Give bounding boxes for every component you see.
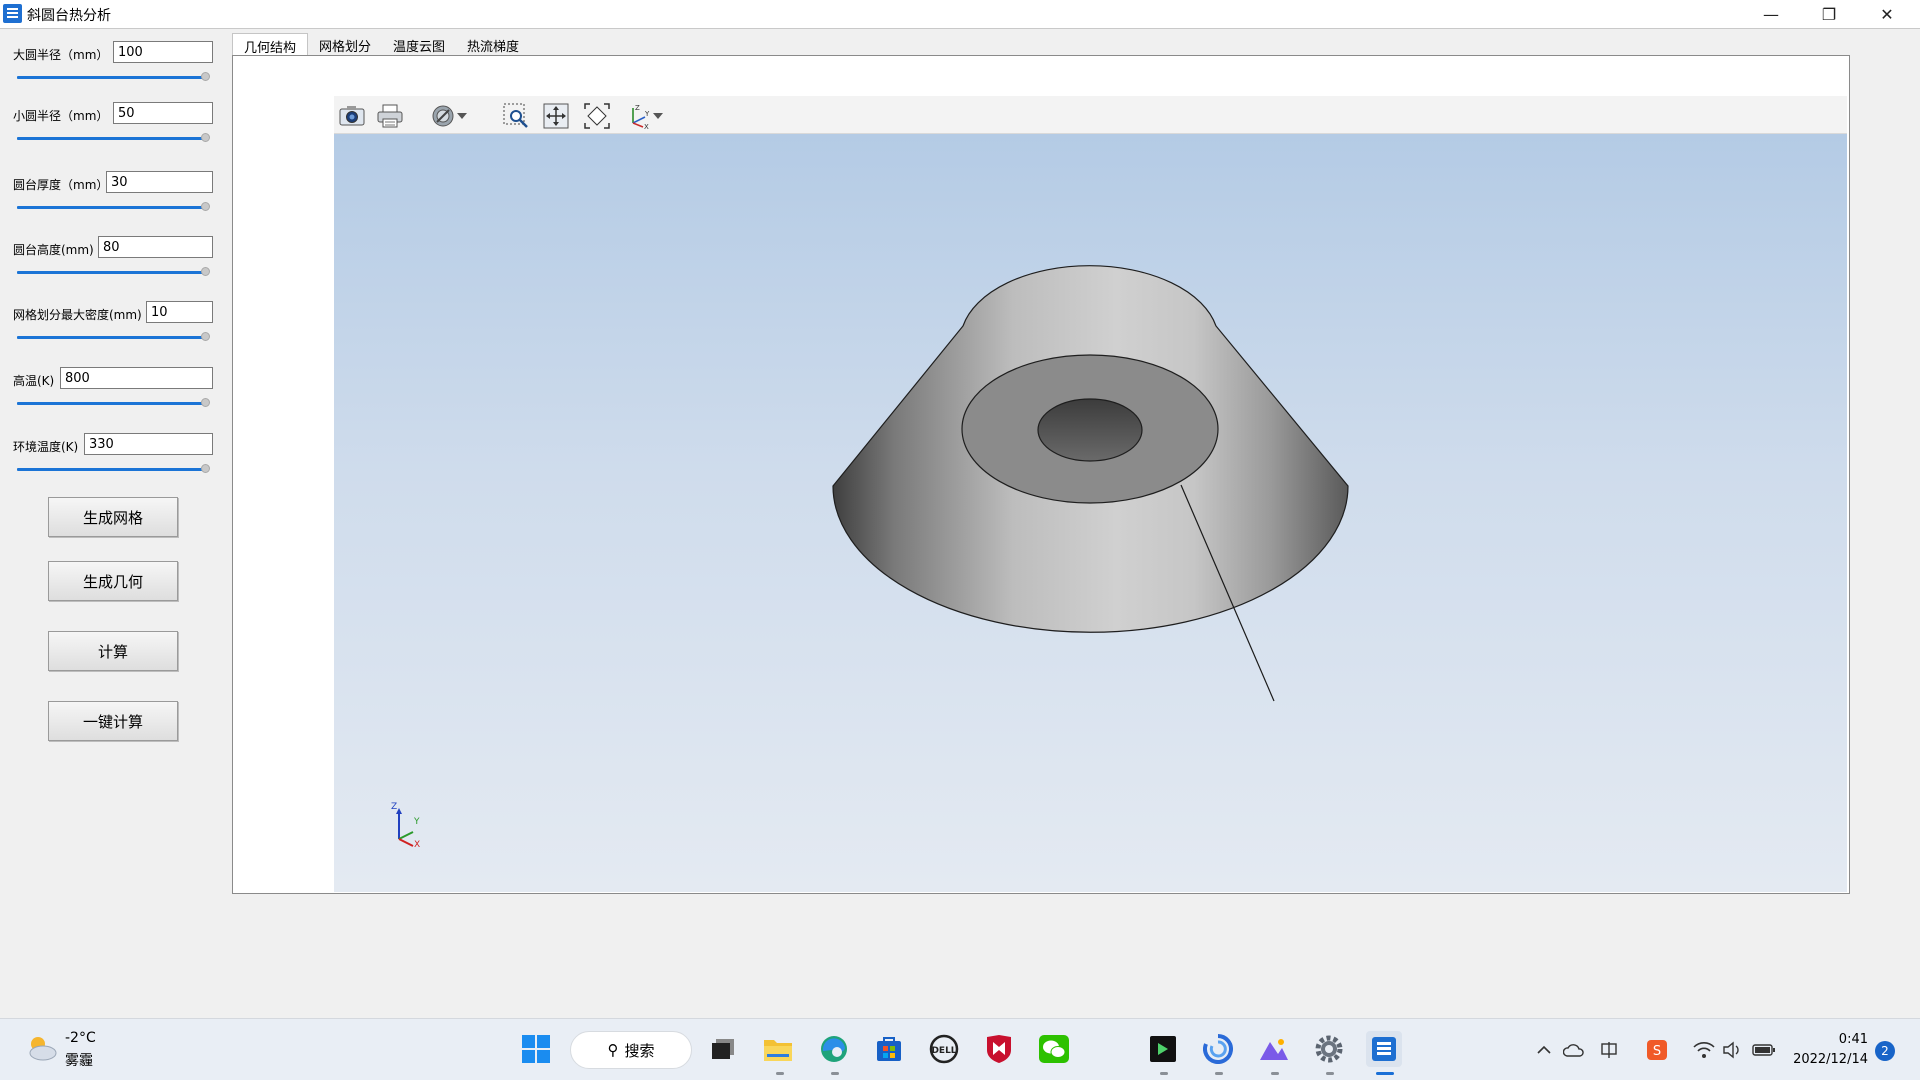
photos-running-indicator bbox=[1271, 1072, 1279, 1075]
search-label: 搜索 bbox=[624, 1041, 655, 1060]
mesh-density-slider-handle[interactable] bbox=[201, 332, 210, 341]
axis-label-z: Z bbox=[391, 802, 398, 812]
high-temp-input[interactable] bbox=[60, 367, 213, 389]
large-radius-slider-handle[interactable] bbox=[201, 72, 210, 81]
generate-geometry-button[interactable]: 生成几何 bbox=[48, 561, 178, 601]
restore-button[interactable]: ❐ bbox=[1800, 0, 1858, 29]
file-explorer-icon[interactable] bbox=[760, 1031, 796, 1067]
height-slider-handle[interactable] bbox=[201, 267, 210, 276]
viewer-toolbar: ZYX bbox=[334, 96, 1847, 134]
small-radius-slider-handle[interactable] bbox=[201, 133, 210, 142]
generate-mesh-button[interactable]: 生成网格 bbox=[48, 497, 178, 537]
svg-text:X: X bbox=[644, 123, 649, 129]
ambient-temp-input[interactable] bbox=[84, 433, 213, 455]
task-view-icon[interactable] bbox=[705, 1031, 741, 1067]
svg-text:S: S bbox=[1653, 1044, 1661, 1059]
file-explorer-running-indicator bbox=[776, 1072, 784, 1075]
minimize-button[interactable]: — bbox=[1742, 0, 1800, 29]
terminal-app-icon[interactable] bbox=[1145, 1031, 1181, 1067]
dell-icon[interactable]: DELL bbox=[926, 1031, 962, 1067]
axes-view-icon[interactable]: ZYX bbox=[624, 103, 652, 129]
small-radius-input[interactable] bbox=[113, 102, 213, 124]
tray-overflow-chevron-icon[interactable] bbox=[1531, 1037, 1557, 1063]
ambient-temp-slider[interactable] bbox=[17, 468, 207, 471]
close-button[interactable]: ✕ bbox=[1858, 0, 1916, 29]
notification-badge[interactable]: 2 bbox=[1875, 1041, 1895, 1061]
thickness-slider-handle[interactable] bbox=[201, 202, 210, 211]
taskbar: -2°C 雾霾 ⚲ 搜索 DELL S 0:41 2022/12/14 2 bbox=[0, 1018, 1920, 1080]
tab-temperature-contour[interactable]: 温度云图 bbox=[382, 33, 456, 56]
thickness-input[interactable] bbox=[106, 171, 213, 193]
swirl-running-indicator bbox=[1215, 1072, 1223, 1075]
tab-heat-flux-gradient[interactable]: 热流梯度 bbox=[456, 33, 530, 56]
height-input[interactable] bbox=[98, 236, 213, 258]
one-click-compute-button[interactable]: 一键计算 bbox=[48, 701, 178, 741]
tab-geometry[interactable]: 几何结构 bbox=[232, 33, 309, 56]
axis-label-y: Y bbox=[414, 817, 420, 827]
compute-button[interactable]: 计算 bbox=[48, 631, 178, 671]
param-label-small-radius: 小圆半径（mm） bbox=[13, 109, 109, 123]
window-title: 斜圆台热分析 bbox=[27, 8, 111, 24]
input-method-icon[interactable] bbox=[1596, 1037, 1622, 1063]
taskbar-search[interactable]: ⚲ 搜索 bbox=[570, 1031, 692, 1069]
frustum-app-active-indicator bbox=[1376, 1072, 1394, 1075]
sogou-input-icon[interactable]: S bbox=[1644, 1037, 1670, 1063]
title-bar: 斜圆台热分析 — ❐ ✕ bbox=[0, 0, 1920, 29]
display-mode-dropdown-icon[interactable] bbox=[454, 103, 470, 129]
param-label-height: 圆台高度(mm) bbox=[13, 243, 94, 257]
param-label-mesh-density: 网格划分最大密度(mm) bbox=[13, 308, 142, 322]
param-label-large-radius: 大圆半径（mm） bbox=[13, 48, 109, 62]
height-slider[interactable] bbox=[17, 271, 207, 274]
tab-mesh[interactable]: 网格划分 bbox=[308, 33, 382, 56]
clock-time[interactable]: 0:41 bbox=[1818, 1032, 1868, 1047]
start-icon[interactable] bbox=[518, 1031, 554, 1067]
mcafee-icon[interactable] bbox=[981, 1031, 1017, 1067]
pan-icon[interactable] bbox=[542, 103, 570, 129]
3d-viewport[interactable]: Z Y X bbox=[334, 134, 1847, 892]
zoom-box-icon[interactable] bbox=[502, 103, 530, 129]
wechat-icon[interactable] bbox=[1036, 1031, 1072, 1067]
fit-all-icon[interactable] bbox=[583, 103, 611, 129]
mesh-density-slider[interactable] bbox=[17, 336, 207, 339]
clock-date[interactable]: 2022/12/14 bbox=[1790, 1052, 1868, 1067]
large-radius-slider[interactable] bbox=[17, 76, 207, 79]
weather-icon[interactable] bbox=[24, 1033, 58, 1063]
search-icon: ⚲ bbox=[607, 1041, 619, 1059]
app-icon bbox=[3, 4, 22, 23]
store-icon[interactable] bbox=[871, 1031, 907, 1067]
frustum-app-taskbar-icon[interactable] bbox=[1366, 1031, 1402, 1067]
large-radius-input[interactable] bbox=[113, 41, 213, 63]
thickness-slider[interactable] bbox=[17, 206, 207, 209]
settings-running-indicator bbox=[1326, 1072, 1334, 1075]
onedrive-cloud-icon[interactable] bbox=[1561, 1037, 1587, 1063]
ambient-temp-slider-handle[interactable] bbox=[201, 464, 210, 473]
edge-running-indicator bbox=[831, 1072, 839, 1075]
tab-bar: 几何结构 网格划分 温度云图 热流梯度 bbox=[232, 33, 530, 56]
param-label-thickness: 圆台厚度（mm） bbox=[13, 178, 109, 192]
photos-icon[interactable] bbox=[1256, 1031, 1292, 1067]
small-radius-slider[interactable] bbox=[17, 137, 207, 140]
swirl-app-icon[interactable] bbox=[1200, 1031, 1236, 1067]
settings-icon[interactable] bbox=[1311, 1031, 1347, 1067]
mesh-density-input[interactable] bbox=[146, 301, 213, 323]
weather-temperature[interactable]: -2°C bbox=[65, 1030, 96, 1046]
high-temp-slider[interactable] bbox=[17, 402, 207, 405]
volume-icon[interactable] bbox=[1720, 1037, 1746, 1063]
axes-view-dropdown-icon[interactable] bbox=[650, 103, 666, 129]
display-mode-icon[interactable] bbox=[429, 103, 457, 129]
edge-browser-icon[interactable] bbox=[816, 1031, 852, 1067]
print-icon[interactable] bbox=[376, 103, 404, 129]
terminal-running-indicator bbox=[1160, 1072, 1168, 1075]
weather-description[interactable]: 雾霾 bbox=[65, 1050, 93, 1070]
axis-label-x: X bbox=[414, 840, 421, 850]
camera-icon[interactable] bbox=[338, 103, 366, 129]
svg-text:DELL: DELL bbox=[931, 1046, 956, 1056]
wifi-icon[interactable] bbox=[1691, 1037, 1717, 1063]
param-label-high-temp: 高温(K) bbox=[13, 374, 55, 388]
svg-text:Z: Z bbox=[635, 104, 640, 112]
battery-icon[interactable] bbox=[1751, 1037, 1777, 1063]
high-temp-slider-handle[interactable] bbox=[201, 398, 210, 407]
param-label-ambient-temp: 环境温度(K) bbox=[13, 440, 79, 454]
frustum-model[interactable] bbox=[334, 134, 1847, 892]
